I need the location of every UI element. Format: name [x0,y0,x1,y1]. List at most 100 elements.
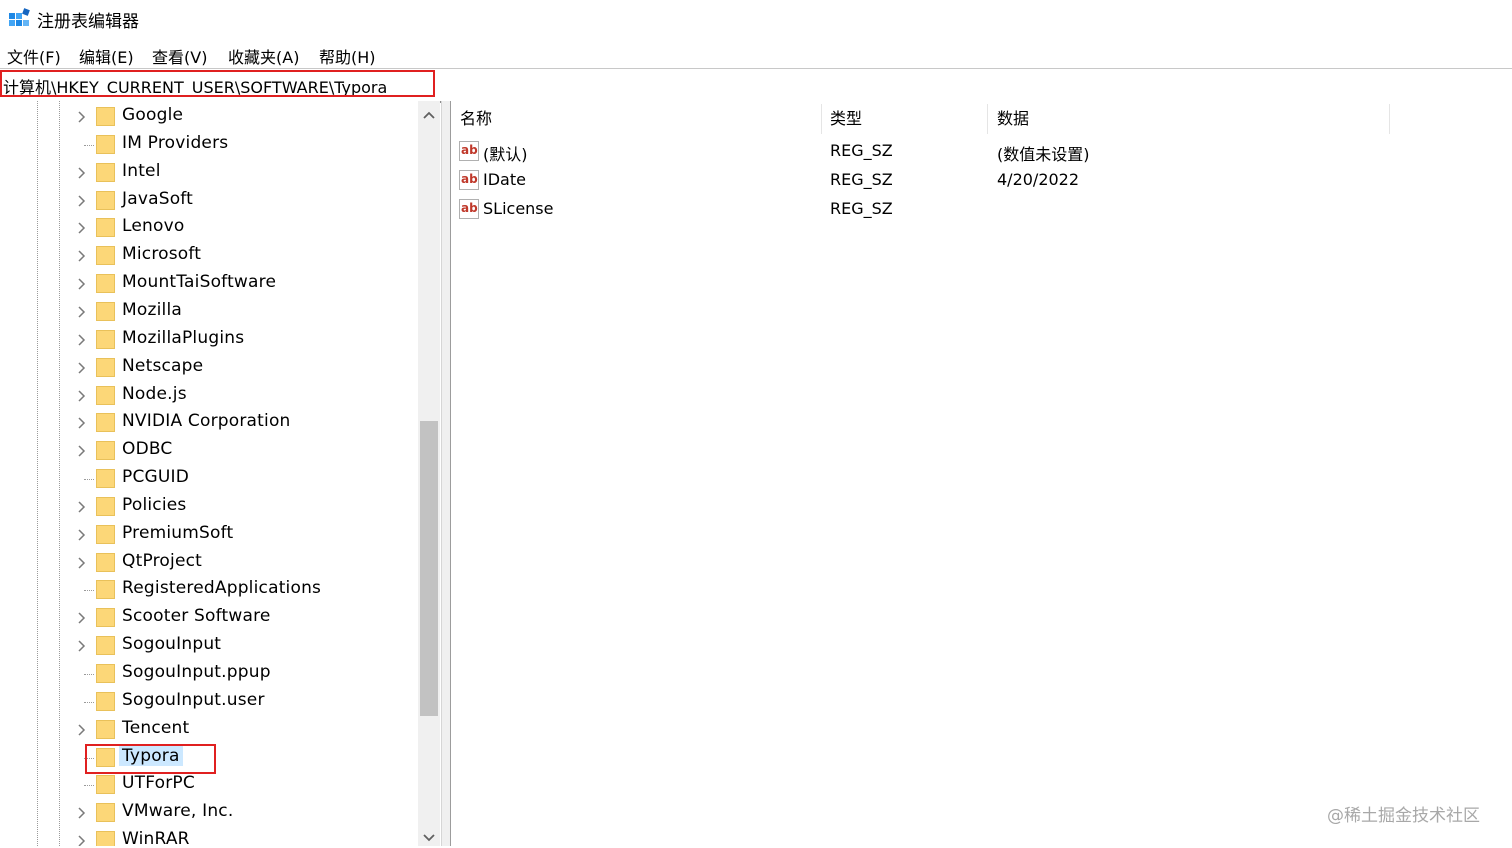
chevron-right-icon[interactable] [76,805,88,821]
folder-icon [96,608,115,628]
folder-icon [96,664,115,683]
chevron-right-icon[interactable] [76,415,88,431]
value-name: IDate [483,170,526,189]
tree-item-label: Netscape [122,355,204,376]
tree-item[interactable]: Scooter Software [0,604,418,632]
value-data: 4/20/2022 [997,170,1080,189]
chevron-right-icon[interactable] [76,610,88,626]
tree-item[interactable]: VMware, Inc. [0,799,418,827]
column-header-data[interactable]: 数据 [997,107,1029,135]
menu-bar: 文件(F) 编辑(E) 查看(V) 收藏夹(A) 帮助(H) [0,40,1512,68]
tree-item-label: Intel [122,160,161,181]
value-row[interactable]: ab IDate REG_SZ 4/20/2022 [451,167,1512,195]
tree-connector [84,674,94,675]
column-header-type[interactable]: 类型 [830,107,862,135]
value-row[interactable]: ab SLicense REG_SZ [451,196,1512,224]
tree-item[interactable]: Microsoft [0,242,418,270]
tree-item[interactable]: MountTaiSoftware [0,270,418,298]
tree-item-label: NVIDIA Corporation [122,411,291,432]
menu-view[interactable]: 查看(V) [152,44,207,68]
chevron-right-icon[interactable] [76,527,88,543]
chevron-right-icon[interactable] [76,443,88,459]
menu-help[interactable]: 帮助(H) [319,44,376,68]
tree-item[interactable]: PCGUID [0,465,418,493]
chevron-right-icon[interactable] [76,304,88,320]
chevron-right-icon[interactable] [76,499,88,515]
folder-icon [96,580,115,600]
tree-item[interactable]: Intel [0,159,418,187]
tree-item[interactable]: Google [0,103,418,131]
tree-item[interactable]: SogouInput.user [0,688,418,716]
svg-text:ab: ab [461,172,478,186]
tree-item-label: PremiumSoft [122,522,234,543]
tree-item[interactable]: MozillaPlugins [0,326,418,354]
menu-file[interactable]: 文件(F) [7,44,61,68]
tree-item[interactable]: PremiumSoft [0,521,418,549]
tree-item[interactable]: Lenovo [0,214,418,242]
folder-icon [96,441,115,461]
folder-icon [96,719,115,739]
scroll-up-arrow-icon[interactable] [418,105,440,125]
tree-item[interactable]: Tencent [0,716,418,744]
chevron-right-icon[interactable] [76,722,88,738]
chevron-right-icon[interactable] [76,332,88,348]
column-separator[interactable] [987,104,988,134]
folder-icon [96,357,115,377]
tree-item[interactable]: Mozilla [0,298,418,326]
chevron-right-icon[interactable] [76,638,88,654]
values-list-pane: 名称 类型 数据 ab (默认) REG_SZ (数值未设置) ab IDate… [451,101,1512,846]
scroll-thumb[interactable] [420,421,438,716]
tree-item[interactable]: JavaSoft [0,187,418,215]
tree-item-label: QtProject [122,550,203,571]
chevron-right-icon[interactable] [76,360,88,376]
chevron-right-icon[interactable] [76,220,88,236]
tree-item-label: VMware, Inc. [122,801,234,822]
tree-item[interactable]: SogouInput.ppup [0,660,418,688]
registry-editor-app-icon [9,8,30,26]
tree-item[interactable]: Policies [0,493,418,521]
tree-item-label: Node.js [122,383,187,404]
tree-item[interactable]: ODBC [0,437,418,465]
menu-edit[interactable]: 编辑(E) [79,44,134,68]
folder-icon [96,831,115,846]
chevron-right-icon[interactable] [76,165,88,181]
pane-splitter[interactable] [441,101,451,846]
tree-item[interactable]: WinRAR [0,827,418,846]
tree-scrollbar[interactable] [418,101,440,846]
tree-connector [84,479,94,481]
value-type: REG_SZ [830,141,893,160]
folder-icon [96,803,115,823]
folder-icon [96,246,115,266]
chevron-right-icon[interactable] [76,833,88,846]
folder-icon [96,524,115,544]
folder-icon [96,469,115,489]
tree-item[interactable]: Node.js [0,382,418,410]
value-row[interactable]: ab (默认) REG_SZ (数值未设置) [451,138,1512,166]
tree-item[interactable]: NVIDIA Corporation [0,409,418,437]
column-header-name[interactable]: 名称 [460,107,492,135]
chevron-right-icon[interactable] [76,555,88,571]
tree-item[interactable]: Netscape [0,354,418,382]
chevron-right-icon[interactable] [76,109,88,125]
scroll-down-arrow-icon[interactable] [418,828,440,848]
value-name: SLicense [483,199,554,218]
tree-item[interactable]: QtProject [0,549,418,577]
tree-connector [84,144,94,146]
chevron-right-icon[interactable] [76,193,88,209]
column-separator[interactable] [1389,104,1390,134]
tree-item-label: ODBC [122,439,173,460]
tree-item[interactable]: SogouInput [0,632,418,660]
tree-item[interactable]: RegisteredApplications [0,576,418,604]
menu-favorites[interactable]: 收藏夹(A) [228,44,299,68]
chevron-right-icon[interactable] [76,248,88,264]
folder-icon [96,107,115,126]
tree-connector [84,785,94,787]
tree-item-label: Google [122,105,184,125]
address-bar[interactable]: 计算机\HKEY_CURRENT_USER\SOFTWARE\Typora [0,68,1512,103]
chevron-right-icon[interactable] [76,388,88,404]
chevron-right-icon[interactable] [76,276,88,292]
column-separator[interactable] [821,104,822,134]
tree-item[interactable]: IM Providers [0,131,418,159]
tree-item[interactable]: UTForPC [0,771,418,799]
svg-text:ab: ab [461,143,478,157]
